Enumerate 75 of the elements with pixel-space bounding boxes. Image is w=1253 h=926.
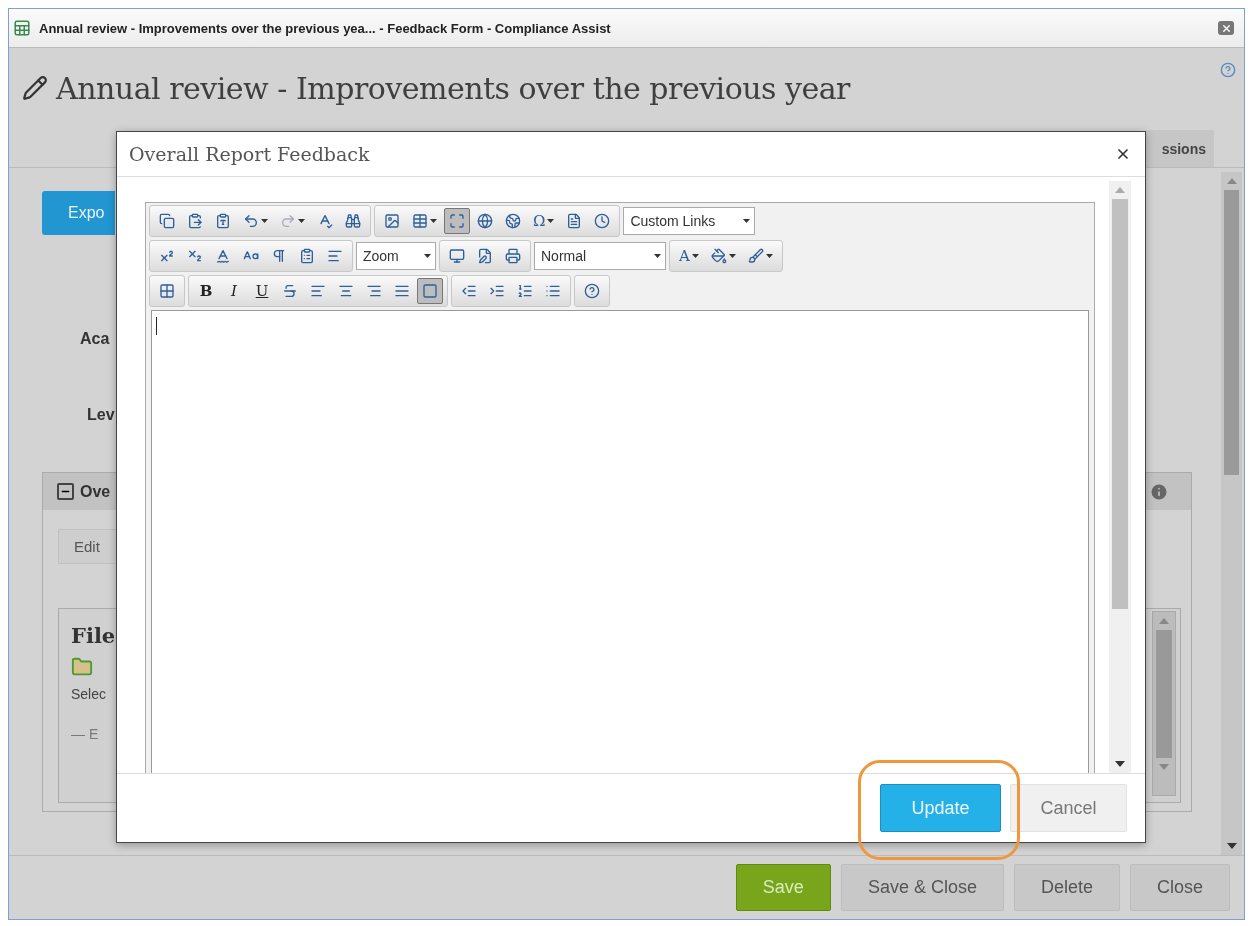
text-color-button[interactable]: A [674, 243, 704, 269]
field-label: Lev [86, 406, 115, 424]
help-icon [584, 283, 600, 299]
panel-title: File [71, 623, 116, 648]
field-label: Aca [79, 330, 110, 348]
info-icon[interactable] [1149, 481, 1169, 502]
dialog-title: Overall Report Feedback [129, 143, 371, 165]
collapse-icon[interactable] [57, 483, 74, 500]
file-item: — E [71, 726, 99, 742]
binoculars-icon [345, 213, 361, 229]
maximize-button[interactable] [444, 208, 470, 234]
outdent-icon [461, 283, 477, 299]
print-icon [505, 248, 521, 264]
panel-text: Selec [71, 686, 107, 702]
undo-icon [243, 213, 259, 229]
template-icon [566, 213, 583, 229]
app-icon [13, 19, 31, 37]
scrollbar[interactable] [1152, 611, 1176, 796]
brush-icon [747, 248, 764, 264]
text-cursor [156, 317, 157, 335]
caret-icon [654, 254, 661, 258]
numbered-list-icon [517, 283, 533, 299]
caret-icon [743, 219, 751, 223]
copy-icon [159, 213, 175, 229]
square-icon [422, 283, 438, 299]
export-button[interactable]: Expo [42, 191, 115, 235]
indent-icon [489, 283, 505, 299]
bullet-list-icon [545, 283, 561, 299]
strikethrough-icon [282, 283, 298, 299]
close-icon[interactable] [1115, 146, 1131, 162]
clock-icon [594, 213, 611, 229]
paste-icon [187, 213, 203, 229]
spell-check-icon [215, 248, 231, 264]
globe-icon [477, 213, 493, 229]
window-title: Annual review - Improvements over the previous yea... - Feedback Form - Compliance Assist [39, 20, 612, 36]
align-right-icon [366, 283, 382, 299]
action-button[interactable]: Delete [1013, 864, 1120, 911]
bold-button[interactable]: B [193, 278, 219, 304]
special-character-button[interactable]: Ω [528, 208, 560, 234]
caret-icon [424, 254, 431, 258]
scrollbar[interactable] [1109, 181, 1131, 773]
underline-button[interactable]: U [249, 278, 275, 304]
zoom-select[interactable]: Zoom [356, 242, 436, 270]
tab[interactable]: ssions [1146, 130, 1214, 167]
italic-button[interactable]: I [221, 278, 247, 304]
link-select[interactable]: Custom Links [623, 207, 756, 235]
align-center-icon [338, 283, 354, 299]
globe-icon [505, 213, 521, 229]
pilcrow-icon [271, 248, 287, 264]
action-button[interactable]: Close [1129, 864, 1230, 911]
maximize-icon [449, 213, 465, 229]
preview-icon [449, 248, 465, 264]
spell-check-icon [317, 213, 333, 229]
action-button[interactable]: Save & Close [840, 864, 1004, 911]
image-icon [384, 213, 400, 229]
square-button[interactable] [417, 278, 443, 304]
lines-icon [327, 248, 343, 264]
section-title: Ove [80, 482, 112, 501]
redo-icon [280, 213, 296, 229]
edit-document-icon [477, 248, 493, 264]
scrollbar[interactable] [1221, 172, 1242, 855]
grid-icon [159, 283, 175, 299]
page-title: Annual review - Improvements over the previous year [56, 70, 852, 106]
clipboard-icon [299, 248, 315, 264]
superscript-icon [159, 248, 175, 264]
align-left-icon [310, 283, 326, 299]
subscript-icon [187, 248, 203, 264]
table-icon [412, 213, 428, 229]
edit-button[interactable]: Edit [58, 529, 118, 564]
paint-bucket-icon [710, 248, 727, 264]
format-select[interactable]: Normal [534, 242, 666, 270]
cancel-button[interactable]: Cancel [1010, 784, 1127, 832]
paste-text-icon [215, 213, 231, 229]
pencil-icon [22, 75, 48, 101]
align-justify-icon [394, 283, 410, 299]
